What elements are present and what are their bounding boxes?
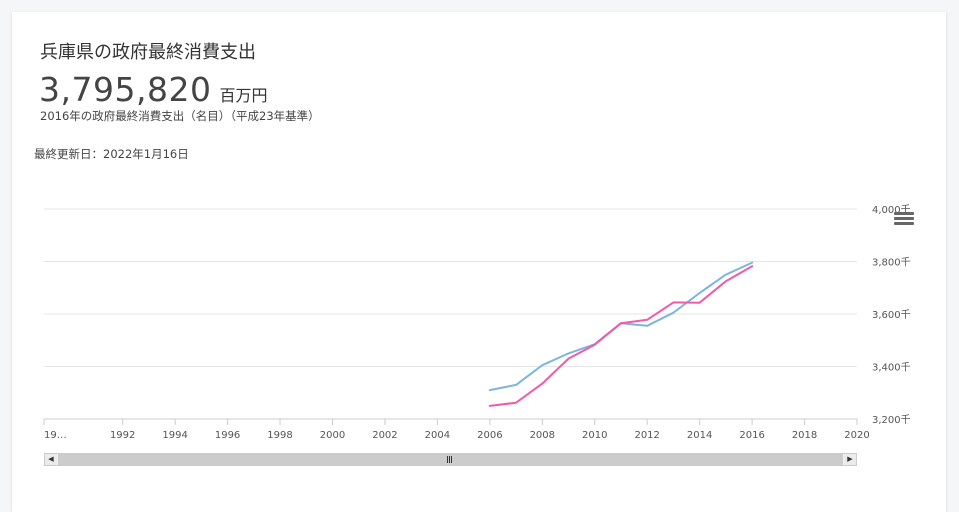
arrow-right-icon[interactable]: ▶ [844, 454, 856, 465]
x-tick-label: 1994 [162, 430, 187, 441]
y-tick-label: 3,800千 [872, 257, 911, 269]
x-tick-label: 2014 [687, 430, 712, 441]
x-tick-label: 1998 [267, 430, 292, 441]
chart-card: 兵庫県の政府最終消費支出 3,795,820 百万円 2016年の政府最終消費支出… [12, 12, 946, 512]
x-tick-label: 2000 [320, 430, 345, 441]
x-tick-label: 1996 [215, 430, 240, 441]
hamburger-menu-icon[interactable] [894, 212, 914, 228]
series-line-1 [488, 261, 754, 392]
y-tick-label: 3,400千 [872, 362, 911, 374]
x-tick-label: 2006 [477, 430, 502, 441]
x-tick-label: 2002 [372, 430, 397, 441]
x-tick-label: 2010 [582, 430, 607, 441]
x-tick-label: 2008 [530, 430, 555, 441]
scrollbar-thumb[interactable] [58, 454, 843, 465]
range-scrollbar[interactable]: ◀ ▶ [44, 453, 857, 466]
x-tick-label: 2020 [844, 430, 869, 441]
menu-bar [894, 217, 914, 220]
x-tick-label: 19… [44, 430, 67, 441]
y-tick-label: 3,600千 [872, 309, 911, 321]
line-chart: 4,000千3,800千3,600千3,400千3,200千19… 1992 199… [43, 204, 911, 441]
series-line-2 [488, 265, 754, 407]
x-tick-label: 2016 [739, 430, 764, 441]
y-tick-label: 3,200千 [872, 414, 911, 426]
menu-bar [894, 222, 914, 225]
menu-bar [894, 212, 914, 215]
x-tick-label: 2012 [634, 430, 659, 441]
x-tick-label: 2004 [425, 430, 450, 441]
grip-icon [446, 456, 454, 463]
arrow-left-icon[interactable]: ◀ [45, 454, 57, 465]
x-tick-label: 1992 [110, 430, 135, 441]
x-tick-label: 2018 [792, 430, 817, 441]
